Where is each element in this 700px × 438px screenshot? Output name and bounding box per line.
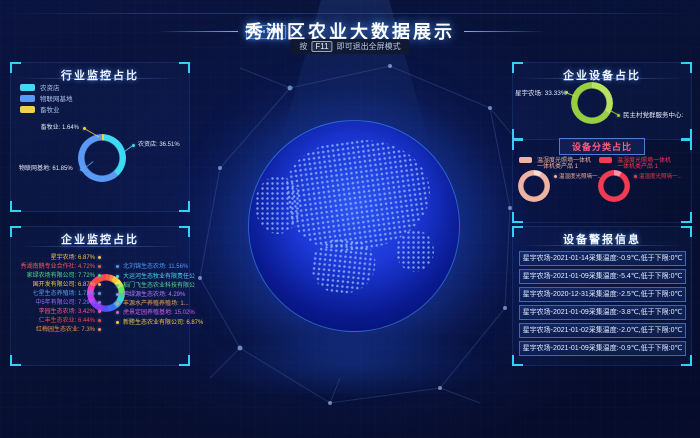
chart-callout: 农资店: 36.51% bbox=[138, 142, 180, 149]
legend-item[interactable]: 温湿度光照墒一体机 bbox=[599, 155, 671, 164]
legend-label: 温湿度光照墒一体机 bbox=[537, 155, 591, 164]
chart-callout: 星宇农场: 6.87% bbox=[13, 255, 95, 262]
legend-item[interactable]: 畜牧业 bbox=[20, 104, 60, 114]
legend-label: 畜牧业 bbox=[40, 104, 60, 114]
callout-dot bbox=[98, 319, 101, 322]
hint-suffix: 即可退出全屏模式 bbox=[337, 41, 401, 52]
panel-title: 企业设备占比 bbox=[513, 67, 691, 83]
callout-dot bbox=[98, 328, 101, 331]
callout-dot bbox=[98, 310, 101, 313]
panel-title: 企业监控占比 bbox=[11, 231, 189, 247]
callout-dot bbox=[116, 293, 119, 296]
callout-dot bbox=[98, 265, 101, 268]
chart-callout: 大运河生态牧业有限责任公 bbox=[123, 274, 195, 281]
callout-line bbox=[610, 110, 618, 115]
legend-label: 物联网基地 bbox=[40, 93, 73, 103]
legend-swatch bbox=[20, 95, 35, 102]
panel-enterprise-device-ratio: 企业设备占比 星宇农场: 33.33% 民主村党群服务中心: bbox=[512, 62, 692, 140]
chart-callout: 国开发有限公司: 6.87% bbox=[13, 282, 95, 289]
callout-dot bbox=[116, 275, 119, 278]
panel-title-divider bbox=[19, 246, 181, 247]
chart-callout: 北刘锦生态农场: 11.56% bbox=[123, 264, 188, 271]
alarm-row: 星宇农场-2021-01-09采集温度:-3.8℃,低于下限:0℃ bbox=[519, 305, 686, 320]
alarm-row: 星宇农场-2021-01-14采集温度:-0.9℃,低于下限:0℃ bbox=[519, 251, 686, 266]
device-donut-chart[interactable] bbox=[571, 82, 613, 124]
callout-dot bbox=[132, 144, 135, 147]
panel-industry-ratio: 行业监控占比 农资店 物联网基地 畜牧业 畜牧业: 1.64% 农资店: 36.… bbox=[10, 62, 190, 212]
chart-callout: 家绿农场有限公司: 7.72% bbox=[13, 273, 95, 280]
callout-dot bbox=[116, 265, 119, 268]
legend-item[interactable]: 农资店 bbox=[20, 82, 60, 92]
chart-callout: 新塍生态农业有限公司: 6.87% bbox=[123, 320, 203, 327]
callout-dot bbox=[98, 283, 101, 286]
chart-callout: 红梅园生态农业: 7.3% bbox=[13, 327, 95, 334]
legend-label: 温湿度光照墒一体机 bbox=[617, 155, 671, 164]
callout-dot bbox=[116, 311, 119, 314]
chart-callout: 仁丰生态农业: 6.44% bbox=[13, 318, 95, 325]
category-donut-chart-2[interactable] bbox=[598, 170, 630, 202]
alarm-row: 星宇农场-2021-01-02采集温度:-2.0℃,低于下限:0℃ bbox=[519, 323, 686, 338]
chart-callout: 中5年有限公司: 7.29% bbox=[13, 300, 95, 307]
alarm-row: 星宇农场-2021-01-09采集温度:-0.9℃,低于下限:0℃ bbox=[519, 341, 686, 356]
chart-callout: 丰源水产养殖养殖场: 1... bbox=[123, 301, 189, 308]
callout-dot bbox=[554, 175, 557, 178]
legend-item[interactable]: 物联网基地 bbox=[20, 93, 73, 103]
legend-swatch bbox=[20, 106, 35, 113]
panel-enterprise-monitor-ratio: 企业监控占比 星宇农场: 6.87% 秀湖南鹅专业合作社: 4.72% 家绿农场… bbox=[10, 226, 190, 366]
legend-swatch bbox=[519, 157, 532, 163]
legend-sub-label: 一体机类产品 1 bbox=[617, 164, 658, 171]
panel-title-divider bbox=[19, 78, 181, 79]
chart-callout: 畜牧业: 1.64% bbox=[19, 125, 79, 132]
legend-swatch bbox=[599, 157, 612, 163]
alarm-row: 星宇农场-2021-01-09采集温度:-5.4℃,低于下限:0℃ bbox=[519, 269, 686, 284]
hint-prefix: 按 bbox=[299, 41, 307, 52]
legend-swatch bbox=[20, 84, 35, 91]
panel-title: 设备分类占比 bbox=[559, 138, 645, 155]
legend-label: 农资店 bbox=[40, 82, 60, 92]
panel-device-category-ratio: 设备分类占比 温湿度光照墒一体机 一体机类产品 1 温湿度光照墒一... 温湿度… bbox=[512, 140, 692, 223]
chart-callout: 秀湖南鹅专业合作社: 4.72% bbox=[13, 264, 95, 271]
header-frame-line bbox=[0, 13, 700, 14]
callout-dot bbox=[98, 292, 101, 295]
globe-visualization bbox=[248, 120, 460, 332]
chart-callout: 温湿度光照墒一... bbox=[639, 174, 682, 181]
callout-dot bbox=[116, 321, 119, 324]
chart-callout: 七星生态养殖场: 1.72% bbox=[13, 291, 95, 298]
callout-dot bbox=[98, 256, 101, 259]
alarm-row: 星宇农场-2020-12-31采集温度:-2.5℃,低于下限:0℃ bbox=[519, 287, 686, 302]
chart-callout: 稻门飞生态农业科技有限公 bbox=[123, 283, 195, 290]
fullscreen-hint: 按 F11 即可退出全屏模式 bbox=[290, 39, 409, 54]
panel-title-divider bbox=[521, 245, 683, 246]
chart-callout: 温湿度光照墒一... bbox=[559, 174, 602, 181]
legend-item[interactable]: 温湿度光照墒一体机 bbox=[519, 155, 591, 164]
chart-callout: 民主村党群服务中心: bbox=[623, 112, 683, 119]
panel-title: 行业监控占比 bbox=[11, 67, 189, 83]
globe-continent-dots bbox=[396, 230, 434, 272]
chart-callout: 李园生态农场: 3.42% bbox=[13, 309, 95, 316]
chart-callout: 虎景定园养殖基地: 15.02% bbox=[123, 310, 195, 317]
f11-key-badge: F11 bbox=[311, 41, 332, 52]
chart-callout: 星宇农场: 33.33% bbox=[515, 90, 563, 97]
chart-callout: 物联网基地: 61.85% bbox=[19, 166, 73, 173]
category-donut-chart-1[interactable] bbox=[518, 170, 550, 202]
callout-dot bbox=[634, 175, 637, 178]
callout-dot bbox=[98, 274, 101, 277]
dashboard-root: 秀洲区农业大数据展示 按 F11 即可退出全屏模式 行业监控占比 农资店 物联网… bbox=[0, 0, 700, 438]
panel-title-divider bbox=[521, 78, 683, 79]
callout-dot bbox=[116, 302, 119, 305]
callout-dot bbox=[98, 301, 101, 304]
panel-device-alarm-info: 设备警报信息 星宇农场-2021-01-14采集温度:-0.9℃,低于下限:0℃… bbox=[512, 226, 692, 366]
chart-callout: 鸭绿源生态农场: 4.29% bbox=[123, 292, 185, 299]
legend-sub-label: 一体机类产品 1 bbox=[537, 164, 578, 171]
globe-floor-glow bbox=[200, 330, 500, 400]
callout-dot bbox=[116, 284, 119, 287]
industry-donut-chart[interactable] bbox=[78, 134, 126, 182]
